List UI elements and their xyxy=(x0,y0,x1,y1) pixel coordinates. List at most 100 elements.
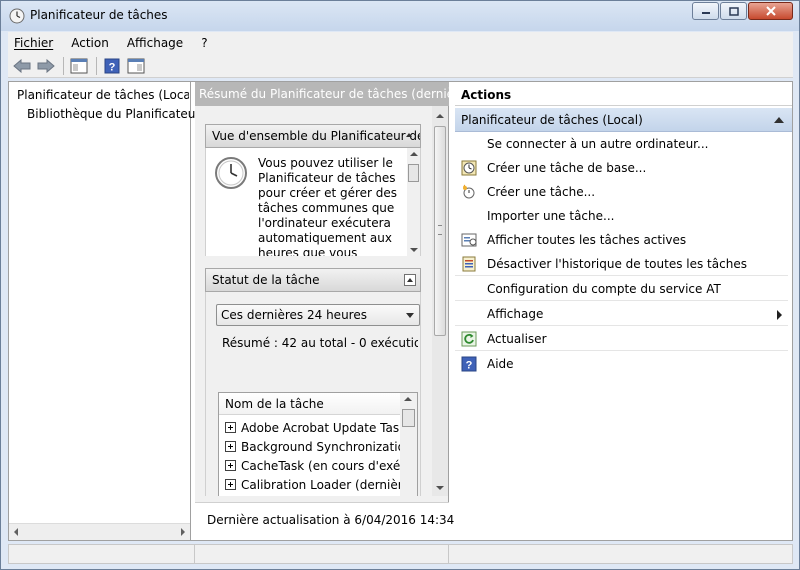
status-cell xyxy=(449,545,792,563)
forward-button[interactable] xyxy=(35,56,57,76)
help-icon: ? xyxy=(461,356,477,372)
menu-help[interactable]: ? xyxy=(195,36,213,50)
action-label: Importer une tâche... xyxy=(487,209,615,223)
task-name-column-header[interactable]: Nom de la tâche xyxy=(219,393,400,415)
action-create-basic-task[interactable]: Créer une tâche de base... xyxy=(455,156,788,180)
action-disable-history[interactable]: Désactiver l'historique de toutes les tâ… xyxy=(455,252,788,276)
history-icon xyxy=(461,256,477,272)
scroll-thumb[interactable] xyxy=(402,409,415,427)
minimize-icon xyxy=(701,12,710,14)
help-icon: ? xyxy=(104,58,120,73)
action-import-task[interactable]: Importer une tâche... xyxy=(455,204,788,228)
last-refresh-text: Dernière actualisation à 6/04/2016 14:34… xyxy=(195,502,474,540)
action-label: Se connecter à un autre ordinateur... xyxy=(487,137,709,151)
scroll-down-icon[interactable] xyxy=(410,248,418,252)
task-table-scrollbar[interactable] xyxy=(400,393,417,496)
status-cell xyxy=(9,545,195,563)
scroll-thumb[interactable] xyxy=(408,164,419,182)
tree-item-label: Planificateur de tâches (Local) xyxy=(17,88,189,102)
overview-title-text: Vue d'ensemble du Planificateur de tâche… xyxy=(212,129,420,143)
maximize-button[interactable] xyxy=(720,2,747,20)
action-view-submenu[interactable]: Affichage xyxy=(455,302,788,326)
toolbar-separator xyxy=(63,56,64,75)
task-status-box: Ces dernières 24 heures Résumé : 42 au t… xyxy=(205,292,421,496)
submenu-arrow-icon xyxy=(777,310,782,320)
toolbar: ? xyxy=(8,54,793,78)
action-label: Actualiser xyxy=(487,331,547,346)
actions-pane: Actions Planificateur de tâches (Local) … xyxy=(455,82,792,540)
summary-header: Résumé du Planificateur de tâches (derni… xyxy=(195,82,449,106)
menu-affichage[interactable]: Affichage xyxy=(121,36,189,50)
new-task-icon xyxy=(461,184,477,200)
summary-pane: Résumé du Planificateur de tâches (derni… xyxy=(195,82,474,540)
expand-plus-icon[interactable] xyxy=(225,422,236,433)
action-label: Désactiver l'historique de toutes les tâ… xyxy=(487,256,747,271)
scroll-down-icon[interactable] xyxy=(436,486,444,490)
action-connect-computer[interactable]: Se connecter à un autre ordinateur... xyxy=(455,132,788,156)
console-tree: Planificateur de tâches (Local) Biblioth… xyxy=(9,82,195,540)
title-bar: Planificateur de tâches xyxy=(1,1,799,31)
overview-section-title[interactable]: Vue d'ensemble du Planificateur de tâche… xyxy=(205,124,421,148)
app-window: Planificateur de tâches Fichier Action A… xyxy=(0,0,800,570)
task-table: Nom de la tâche Adobe Acrobat Update Tas… xyxy=(218,392,418,496)
expand-plus-icon[interactable] xyxy=(225,460,236,471)
maximize-icon xyxy=(728,6,739,16)
tree-item-library[interactable]: Bibliothèque du Planificateur de tâches xyxy=(19,105,195,123)
action-help[interactable]: ? Aide xyxy=(455,352,788,376)
svg-text:?: ? xyxy=(466,360,473,372)
action-label: Créer une tâche... xyxy=(487,185,596,199)
action-at-service-account[interactable]: Configuration du compte du service AT xyxy=(455,277,788,301)
action-create-task[interactable]: Créer une tâche... xyxy=(455,180,788,204)
overview-box: Vous pouvez utiliser le Planificateur de… xyxy=(205,148,421,256)
table-row[interactable]: Calibration Loader (dernière exécution xyxy=(225,475,401,494)
table-row[interactable]: CacheTask (en cours d'exécution xyxy=(225,456,401,475)
close-button[interactable] xyxy=(748,2,793,20)
scroll-thumb[interactable] xyxy=(434,126,446,336)
expand-plus-icon[interactable] xyxy=(225,479,236,490)
task-scheduler-icon xyxy=(9,8,25,24)
task-list-icon xyxy=(461,232,477,248)
task-name: Adobe Acrobat Update Task (dernière exéc… xyxy=(241,420,401,435)
minimize-button[interactable] xyxy=(692,2,719,20)
collapse-section-icon[interactable] xyxy=(774,117,784,123)
close-icon xyxy=(765,6,776,16)
action-refresh[interactable]: Actualiser xyxy=(455,327,788,351)
back-arrow-icon xyxy=(13,58,31,73)
action-show-active-tasks[interactable]: Afficher toutes les tâches actives xyxy=(455,228,788,252)
menu-action[interactable]: Action xyxy=(65,36,115,50)
summary-vertical-scrollbar[interactable] xyxy=(432,106,448,496)
collapse-status-icon[interactable] xyxy=(404,274,416,286)
task-status-title-text: Statut de la tâche xyxy=(212,273,320,287)
scroll-left-icon[interactable] xyxy=(14,528,18,536)
overview-scrollbar[interactable] xyxy=(407,148,420,256)
task-status-section-title[interactable]: Statut de la tâche xyxy=(205,268,421,292)
scroll-up-icon[interactable] xyxy=(404,397,412,401)
table-row[interactable]: Adobe Acrobat Update Task (dernière exéc… xyxy=(225,418,401,437)
blank-icon xyxy=(461,136,477,152)
scroll-right-icon[interactable] xyxy=(181,528,185,536)
expand-plus-icon[interactable] xyxy=(225,441,236,452)
back-button[interactable] xyxy=(11,56,33,76)
action-label: Affichage xyxy=(487,306,544,321)
summary-content: Vue d'ensemble du Planificateur de tâche… xyxy=(195,106,433,496)
tree-item-root[interactable]: Planificateur de tâches (Local) xyxy=(13,86,189,104)
show-hide-action-pane-button[interactable] xyxy=(125,56,147,76)
action-label: Aide xyxy=(487,357,514,371)
main-area: Planificateur de tâches (Local) Biblioth… xyxy=(8,81,793,541)
tree-item-label: Bibliothèque du Planificateur de tâches xyxy=(27,107,195,121)
action-pane-icon xyxy=(127,58,145,73)
show-hide-console-tree-button[interactable] xyxy=(68,56,90,76)
collapse-overview-icon[interactable] xyxy=(404,130,416,142)
clock-icon xyxy=(215,157,247,189)
scroll-up-icon[interactable] xyxy=(436,114,444,118)
time-range-select[interactable]: Ces dernières 24 heures xyxy=(216,304,420,326)
table-row[interactable]: Background Synchronization (dernière exé… xyxy=(225,437,401,456)
tree-horizontal-scrollbar[interactable] xyxy=(9,523,190,540)
menu-fichier[interactable]: Fichier xyxy=(8,36,59,50)
help-toolbar-button[interactable]: ? xyxy=(101,56,123,76)
status-bar xyxy=(8,544,793,564)
scroll-up-icon[interactable] xyxy=(410,152,418,156)
time-range-value: Ces dernières 24 heures xyxy=(221,308,367,322)
actions-section-header[interactable]: Planificateur de tâches (Local) xyxy=(455,108,792,132)
overview-description: Vous pouvez utiliser le Planificateur de… xyxy=(258,156,398,256)
